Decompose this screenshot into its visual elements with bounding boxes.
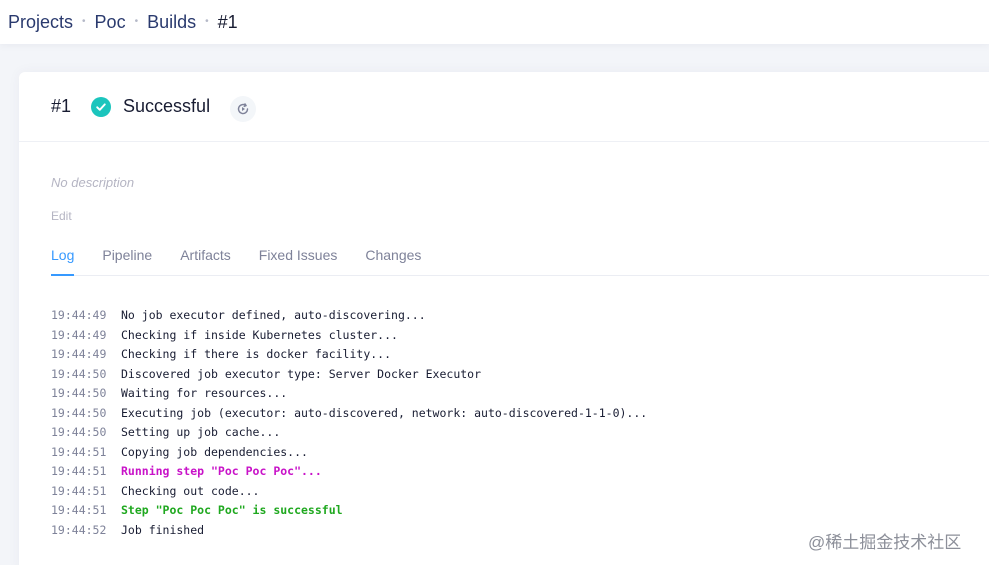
log-message: Executing job (executor: auto-discovered…	[121, 405, 648, 420]
log-message: Discovered job executor type: Server Doc…	[121, 366, 482, 381]
log-line: 19:44:51 Checking out code...	[51, 482, 647, 502]
tab-log[interactable]: Log	[51, 238, 75, 276]
log-timestamp: 19:44:51	[51, 444, 107, 459]
log-line: 19:44:50 Discovered job executor type: Se…	[51, 365, 647, 385]
rerun-icon	[237, 102, 249, 114]
tab-artifacts[interactable]: Artifacts	[180, 238, 231, 276]
build-tabs: Log Pipeline Artifacts Fixed Issues Chan…	[51, 238, 989, 276]
check-circle-icon	[91, 96, 112, 117]
log-message-running-step: Running step "Poc Poc Poc"...	[121, 464, 322, 478]
log-timestamp: 19:44:51	[51, 464, 107, 478]
build-log: 19:44:49 No job executor defined, auto-di…	[51, 306, 647, 540]
log-line: 19:44:51 Running step "Poc Poc Poc"...	[51, 462, 647, 482]
log-line: 19:44:49 Checking if inside Kubernetes cl…	[51, 326, 647, 346]
log-message: Checking out code...	[121, 483, 260, 498]
log-message: Job finished	[121, 522, 205, 537]
log-timestamp: 19:44:51	[51, 503, 107, 517]
log-message: Setting up job cache...	[121, 425, 281, 439]
build-header: #1 Successful	[19, 72, 989, 142]
rerun-button[interactable]	[230, 95, 257, 122]
log-line: 19:44:49 Checking if there is docker faci…	[51, 345, 647, 365]
log-message: Waiting for resources...	[121, 386, 288, 400]
log-line: 19:44:49 No job executor defined, auto-di…	[51, 306, 647, 326]
log-timestamp: 19:44:50	[51, 425, 107, 439]
top-bar: Projects • Poc • Builds • #1	[0, 0, 989, 44]
breadcrumb-separator: •	[205, 15, 209, 27]
log-message: Checking if there is docker facility...	[121, 347, 392, 361]
log-message: Checking if inside Kubernetes cluster...	[121, 327, 398, 342]
log-line: 19:44:50 Setting up job cache...	[51, 423, 647, 443]
log-line: 19:44:50 Waiting for resources...	[51, 384, 647, 404]
tab-changes[interactable]: Changes	[365, 238, 421, 276]
tab-pipeline[interactable]: Pipeline	[102, 238, 152, 276]
log-line: 19:44:52 Job finished	[51, 521, 647, 541]
watermark: @稀土掘金技术社区	[808, 533, 962, 552]
build-number: #1	[51, 96, 72, 116]
build-detail-card: #1 Successful No description Edit Log Pi…	[19, 72, 989, 565]
log-line: 19:44:51 Step "Poc Poc Poc" is successful	[51, 501, 647, 521]
log-timestamp: 19:44:50	[51, 405, 107, 420]
breadcrumb: Projects • Poc • Builds • #1	[8, 12, 238, 33]
breadcrumb-projects[interactable]: Projects	[8, 12, 73, 33]
log-message-step-success: Step "Poc Poc Poc" is successful	[121, 503, 343, 517]
log-timestamp: 19:44:51	[51, 483, 107, 498]
breadcrumb-project-poc[interactable]: Poc	[95, 12, 126, 33]
build-status: Successful	[123, 96, 211, 116]
log-timestamp: 19:44:50	[51, 386, 107, 400]
build-description: No description	[51, 175, 135, 190]
log-line: 19:44:50 Executing job (executor: auto-di…	[51, 404, 647, 424]
breadcrumb-builds[interactable]: Builds	[147, 12, 196, 33]
log-message: No job executor defined, auto-discoverin…	[121, 308, 426, 322]
breadcrumb-separator: •	[134, 15, 139, 27]
log-timestamp: 19:44:49	[51, 327, 107, 342]
log-line: 19:44:51 Copying job dependencies...	[51, 443, 647, 463]
breadcrumb-separator: •	[82, 15, 86, 27]
log-timestamp: 19:44:49	[51, 347, 107, 361]
log-timestamp: 19:44:52	[51, 522, 107, 537]
log-timestamp: 19:44:49	[51, 308, 107, 322]
tab-fixed-issues[interactable]: Fixed Issues	[259, 238, 338, 276]
log-timestamp: 19:44:50	[51, 366, 107, 381]
log-message: Copying job dependencies...	[121, 444, 308, 459]
breadcrumb-build-number: #1	[217, 11, 238, 32]
edit-description-link[interactable]: Edit	[51, 209, 72, 223]
